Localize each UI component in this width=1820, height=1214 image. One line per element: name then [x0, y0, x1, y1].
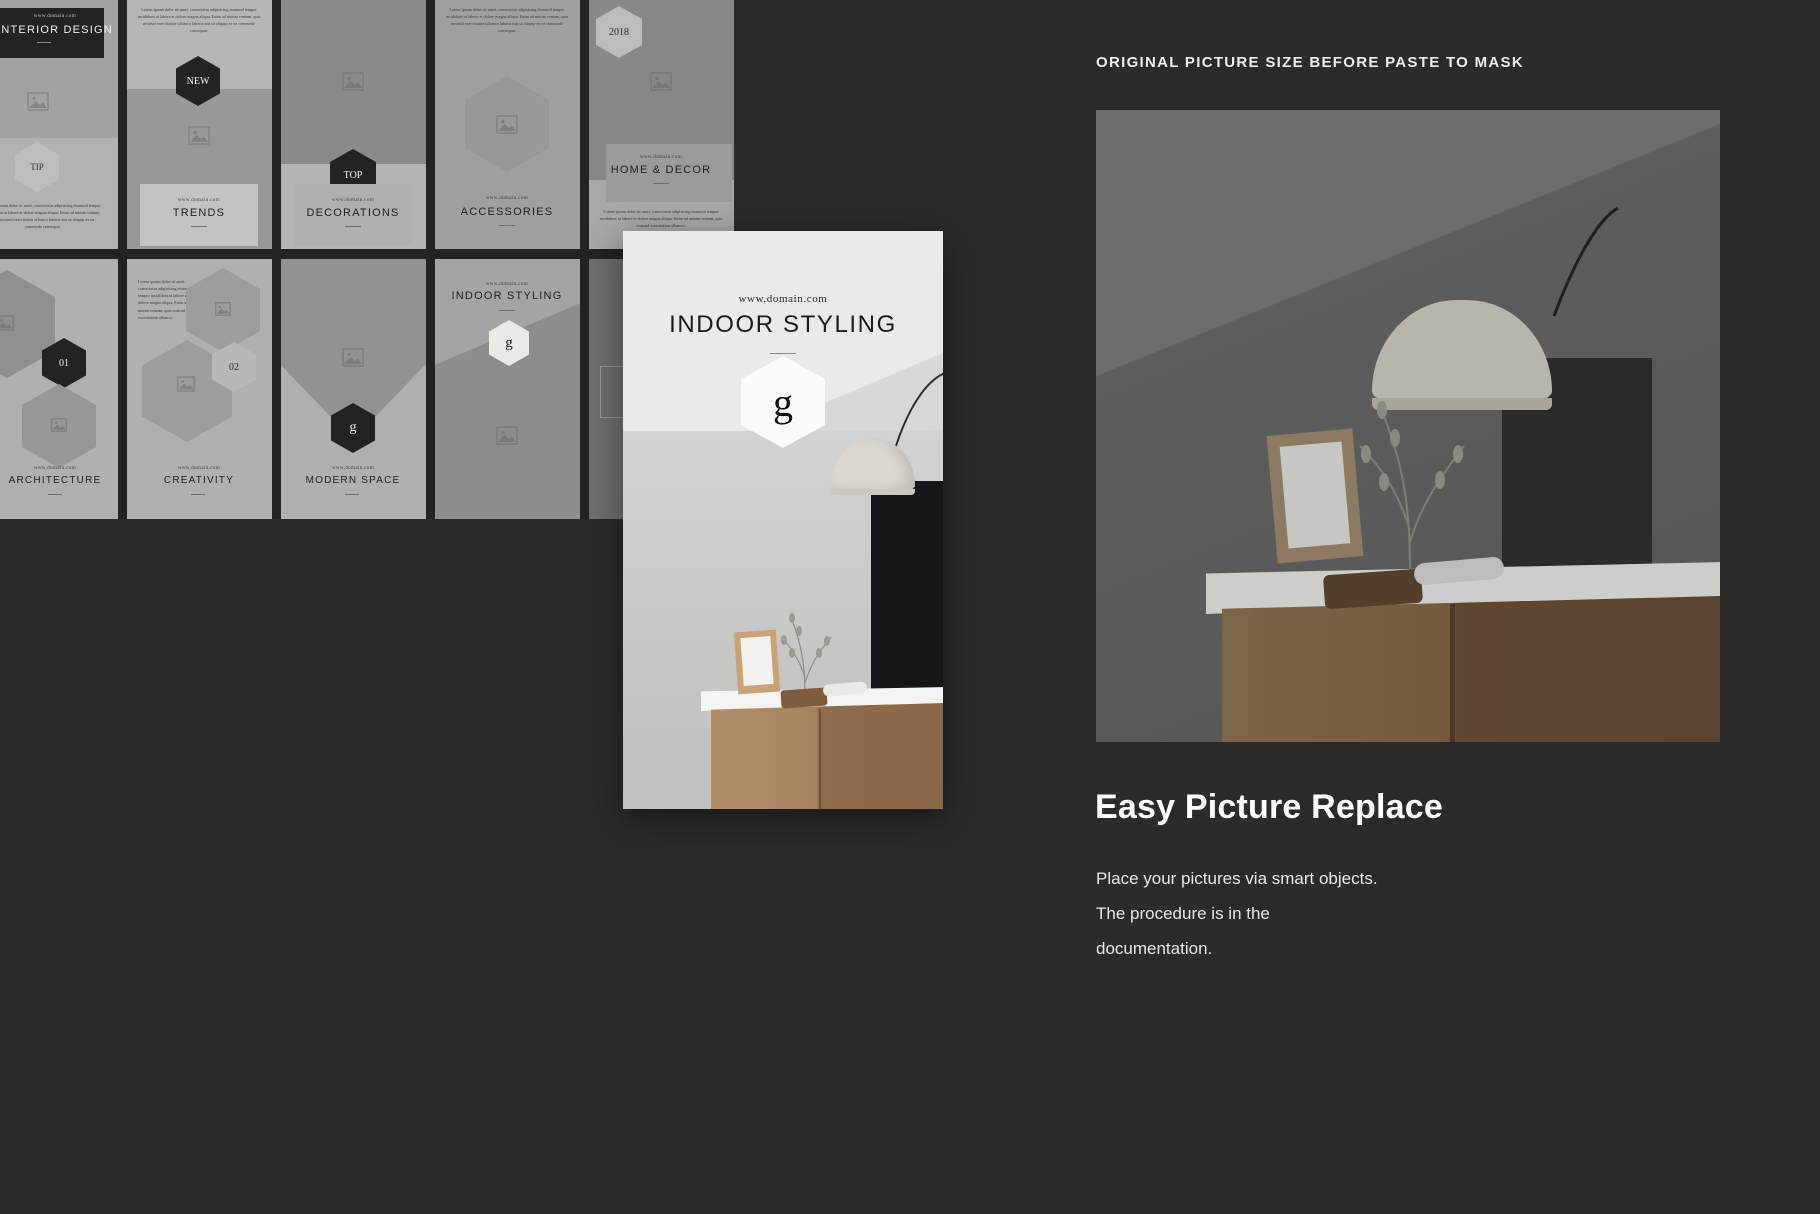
body-line-3: documentation. [1096, 938, 1213, 958]
image-placeholder-icon [342, 72, 364, 91]
card-domain: www.domain.com [177, 466, 221, 471]
card-domain: www.domain.com [177, 198, 221, 203]
body-line-2: The procedure is in the [1096, 903, 1270, 923]
image-placeholder-icon [177, 376, 195, 392]
featured-poster[interactable]: www.domain.com INDOOR STYLING g [623, 231, 943, 809]
cabinet [711, 703, 943, 809]
card-domain: www.domain.com [639, 155, 683, 160]
image-placeholder-icon [51, 418, 67, 432]
card-domain: www.domain.com [485, 196, 529, 201]
plant-icon [780, 613, 832, 695]
original-photo-preview[interactable] [1096, 110, 1720, 742]
template-card-architecture[interactable]: 01 www.domain.com ARCHITECTURE [0, 258, 119, 520]
image-placeholder-icon [0, 315, 14, 331]
poster-domain: www.domain.com [738, 293, 828, 305]
card-title: DECORATIONS [306, 207, 400, 219]
card-domain: www.domain.com [33, 466, 77, 471]
image-placeholder-icon [650, 72, 672, 91]
template-card-home-decor[interactable]: 2018 www.domain.com HOME & DECOR Lorem i… [588, 0, 734, 252]
tray [1322, 568, 1424, 610]
image-placeholder-icon [496, 115, 518, 134]
card-title: ACCESSORIES [460, 206, 554, 218]
template-card-decorations[interactable]: TOP www.domain.com DECORATIONS [280, 0, 426, 252]
card-title: HOME & DECOR [610, 164, 712, 176]
card-title: TRENDS [172, 207, 226, 219]
card-body-text: Lorem ipsum dolor sit amet, consectetur … [599, 209, 723, 229]
template-card-modern-space[interactable]: g www.domain.com MODERN SPACE [280, 258, 426, 520]
grid-gutter [118, 0, 127, 522]
page-body-text: Place your pictures via smart objects. T… [1096, 862, 1566, 967]
card-badge-label: g [505, 334, 513, 351]
card-domain: www.domain.com [331, 466, 375, 471]
page-heading: Easy Picture Replace [1095, 788, 1443, 826]
card-rule [345, 494, 359, 495]
template-card-creativity[interactable]: Lorem ipsum dolor sit amet, consectetur … [126, 258, 272, 520]
grid-gutter [272, 0, 281, 522]
card-domain: www.domain.com [331, 198, 375, 203]
card-title: INTERIOR DESIGN [0, 24, 113, 36]
card-domain: www.domain.com [33, 14, 77, 19]
template-card-interior-design[interactable]: www.domain.com INTERIOR DESIGN TIP Lorem… [0, 0, 119, 252]
image-placeholder-icon [188, 126, 210, 145]
card-rule [499, 310, 515, 311]
image-placeholder-icon [215, 302, 231, 316]
grid-gutter [426, 0, 435, 522]
card-title: CREATIVITY [163, 475, 235, 486]
poster-rule [770, 353, 796, 354]
original-size-caption: ORIGINAL PICTURE SIZE BEFORE PASTE TO MA… [1096, 54, 1524, 71]
tray [780, 687, 828, 709]
card-rule [499, 225, 515, 226]
template-thumbnail-grid: www.domain.com INTERIOR DESIGN TIP Lorem… [0, 0, 736, 611]
card-badge-label: 2018 [609, 26, 629, 38]
card-rule [48, 494, 62, 495]
card-badge-label: 01 [59, 357, 69, 369]
card-badge-label: TOP [343, 169, 363, 181]
card-rule [191, 226, 207, 227]
card-badge-label: g [349, 420, 357, 435]
card-rule [37, 42, 51, 43]
card-badge-label: NEW [186, 75, 210, 87]
mockup-canvas: www.domain.com INTERIOR DESIGN TIP Lorem… [0, 0, 1820, 1214]
grid-gutter [580, 0, 589, 522]
plant-icon [1359, 401, 1465, 570]
card-rule [191, 494, 205, 495]
card-rule [653, 183, 669, 184]
poster-logo-mark: g [773, 379, 793, 425]
image-placeholder-icon [27, 92, 49, 111]
template-card-accessories[interactable]: Lorem ipsum dolor sit amet, consectetur … [434, 0, 580, 252]
cabinet [1222, 596, 1720, 742]
poster-title: INDOOR STYLING [669, 311, 897, 338]
card-body-text: Lorem ipsum dolor sit amet, consectetur … [0, 203, 101, 230]
card-title: INDOOR STYLING [451, 290, 563, 302]
card-badge-label: TIP [30, 162, 44, 172]
card-body-text: Lorem ipsum dolor sit amet, consectetur … [445, 7, 569, 34]
card-title: MODERN SPACE [305, 475, 401, 486]
card-domain: www.domain.com [485, 282, 529, 287]
image-placeholder-icon [342, 348, 364, 367]
card-badge-label: 02 [229, 361, 239, 373]
template-card-indoor-styling[interactable]: www.domain.com INDOOR STYLING g [434, 258, 580, 520]
card-title: ARCHITECTURE [8, 475, 102, 486]
card-body-text: Lorem ipsum dolor sit amet, consectetur … [138, 279, 192, 320]
card-rule [345, 226, 361, 227]
image-placeholder-icon [496, 426, 518, 445]
body-line-1: Place your pictures via smart objects. [1096, 869, 1378, 888]
card-body-text: Lorem ipsum dolor sit amet, consectetur … [137, 7, 261, 34]
template-card-trends[interactable]: Lorem ipsum dolor sit amet, consectetur … [126, 0, 272, 252]
